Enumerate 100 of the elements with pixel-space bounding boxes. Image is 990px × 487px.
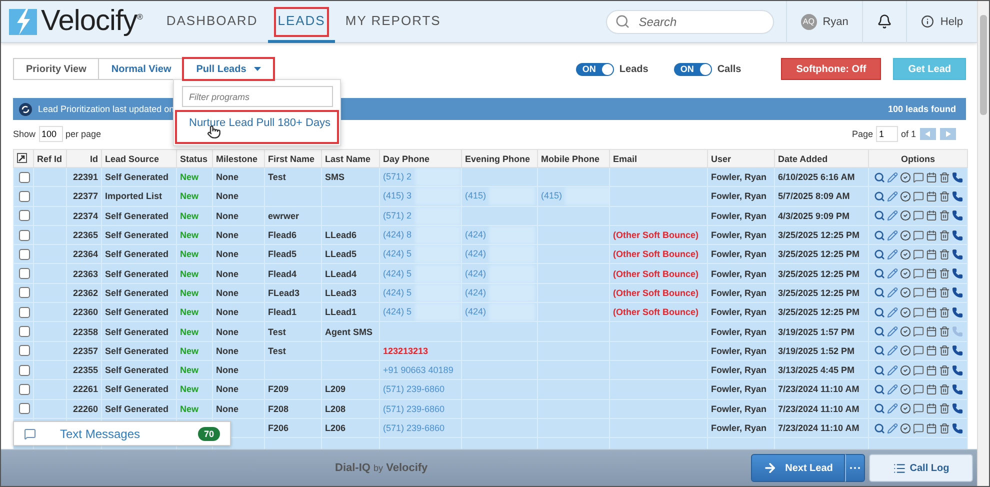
chat-bubble-icon[interactable] <box>912 210 924 222</box>
check-circle-icon[interactable] <box>900 230 910 241</box>
search-icon[interactable] <box>874 190 884 202</box>
calendar-icon[interactable] <box>926 172 936 183</box>
check-circle-icon[interactable] <box>900 268 910 280</box>
trash-icon[interactable] <box>938 326 950 338</box>
phone-icon[interactable] <box>952 306 962 318</box>
column-header[interactable]: Lead Source <box>102 150 176 168</box>
column-header[interactable]: Milestone <box>212 150 264 168</box>
row-checkbox[interactable] <box>19 268 30 280</box>
trash-icon[interactable] <box>938 248 950 260</box>
trash-icon[interactable] <box>938 287 950 298</box>
search-icon[interactable] <box>874 384 884 395</box>
column-header[interactable]: First Name <box>264 150 322 168</box>
calendar-icon[interactable] <box>926 230 936 241</box>
phone-icon[interactable] <box>952 190 962 202</box>
pencil-icon[interactable] <box>886 326 898 338</box>
calendar-icon[interactable] <box>926 248 936 260</box>
column-header[interactable]: User <box>708 150 774 168</box>
check-circle-icon[interactable] <box>900 364 910 376</box>
pencil-icon[interactable] <box>886 384 898 395</box>
calendar-icon[interactable] <box>926 384 936 395</box>
view-tab[interactable]: Pull Leads <box>183 58 274 80</box>
trash-icon[interactable] <box>938 384 950 395</box>
column-header[interactable]: Id <box>66 150 102 168</box>
menu-item[interactable]: Nurture Lead Pull 180+ Days <box>175 110 339 144</box>
phone-icon[interactable] <box>952 172 962 183</box>
pencil-icon[interactable] <box>886 172 898 183</box>
check-circle-icon[interactable] <box>900 210 910 222</box>
phone-icon[interactable] <box>952 210 962 222</box>
chat-bubble-icon[interactable] <box>912 403 924 414</box>
softphone-button[interactable]: Softphone: Off <box>781 58 882 80</box>
search-input[interactable]: Search <box>636 14 757 30</box>
search-icon[interactable] <box>874 210 884 222</box>
column-header[interactable]: Ref Id <box>34 150 66 168</box>
view-tab[interactable]: Priority View <box>13 58 100 80</box>
calendar-icon[interactable] <box>926 422 936 434</box>
calendar-icon[interactable] <box>926 287 936 298</box>
calendar-icon[interactable] <box>926 345 936 356</box>
check-circle-icon[interactable] <box>900 287 910 298</box>
phone-icon[interactable] <box>952 268 962 280</box>
chat-bubble-icon[interactable] <box>912 306 924 318</box>
trash-icon[interactable] <box>938 268 950 280</box>
chat-bubble-icon[interactable] <box>912 326 924 338</box>
chat-bubble-icon[interactable] <box>912 190 924 202</box>
phone-icon[interactable] <box>952 287 962 298</box>
row-checkbox[interactable] <box>19 210 30 222</box>
phone-icon[interactable] <box>952 403 962 414</box>
phone-icon[interactable] <box>952 384 962 395</box>
pencil-icon[interactable] <box>886 230 898 241</box>
calendar-icon[interactable] <box>926 364 936 376</box>
calendar-icon[interactable] <box>926 306 936 318</box>
scrollbar[interactable] <box>977 1 989 486</box>
calendar-icon[interactable] <box>926 210 936 222</box>
search-icon[interactable] <box>874 230 884 241</box>
chat-bubble-icon[interactable] <box>912 268 924 280</box>
trash-icon[interactable] <box>938 345 950 356</box>
pencil-icon[interactable] <box>886 287 898 298</box>
calendar-icon[interactable] <box>926 268 936 280</box>
chat-bubble-icon[interactable] <box>912 384 924 395</box>
chat-bubble-icon[interactable] <box>912 172 924 183</box>
pencil-icon[interactable] <box>886 403 898 414</box>
check-circle-icon[interactable] <box>900 306 910 318</box>
chat-bubble-icon[interactable] <box>912 364 924 376</box>
row-checkbox[interactable] <box>19 403 30 414</box>
search-icon[interactable] <box>874 287 884 298</box>
phone-icon[interactable] <box>952 248 962 260</box>
next-lead-button[interactable]: Next Lead <box>751 454 845 482</box>
chat-bubble-icon[interactable] <box>912 287 924 298</box>
row-checkbox[interactable] <box>19 287 30 298</box>
check-circle-icon[interactable] <box>900 403 910 414</box>
row-checkbox[interactable] <box>19 248 30 260</box>
row-checkbox[interactable] <box>19 345 30 356</box>
chat-bubble-icon[interactable] <box>912 345 924 356</box>
pencil-icon[interactable] <box>886 210 898 222</box>
column-header[interactable]: Evening Phone <box>462 150 538 168</box>
search-field[interactable]: Search <box>606 10 774 34</box>
column-header[interactable]: Day Phone <box>380 150 462 168</box>
page-field[interactable]: 1 <box>876 126 898 142</box>
column-header[interactable]: Date Added <box>774 150 868 168</box>
nav-tab[interactable]: MY REPORTS <box>335 0 451 42</box>
search-icon[interactable] <box>874 172 884 183</box>
user-name[interactable]: Ryan <box>822 16 848 28</box>
check-circle-icon[interactable] <box>900 384 910 395</box>
more-button[interactable] <box>845 454 865 482</box>
phone-icon[interactable] <box>952 230 962 241</box>
pencil-icon[interactable] <box>886 190 898 202</box>
row-checkbox[interactable] <box>19 384 30 395</box>
pencil-icon[interactable] <box>886 248 898 260</box>
trash-icon[interactable] <box>938 210 950 222</box>
column-header[interactable]: Options <box>868 150 968 168</box>
call-log-button[interactable]: Call Log <box>869 454 973 482</box>
search-icon[interactable] <box>874 306 884 318</box>
trash-icon[interactable] <box>938 306 950 318</box>
column-header[interactable]: Mobile Phone <box>538 150 610 168</box>
phone-icon[interactable] <box>952 422 962 434</box>
trash-icon[interactable] <box>938 230 950 241</box>
pencil-icon[interactable] <box>886 345 898 356</box>
row-checkbox[interactable] <box>19 191 30 202</box>
check-circle-icon[interactable] <box>900 248 910 260</box>
